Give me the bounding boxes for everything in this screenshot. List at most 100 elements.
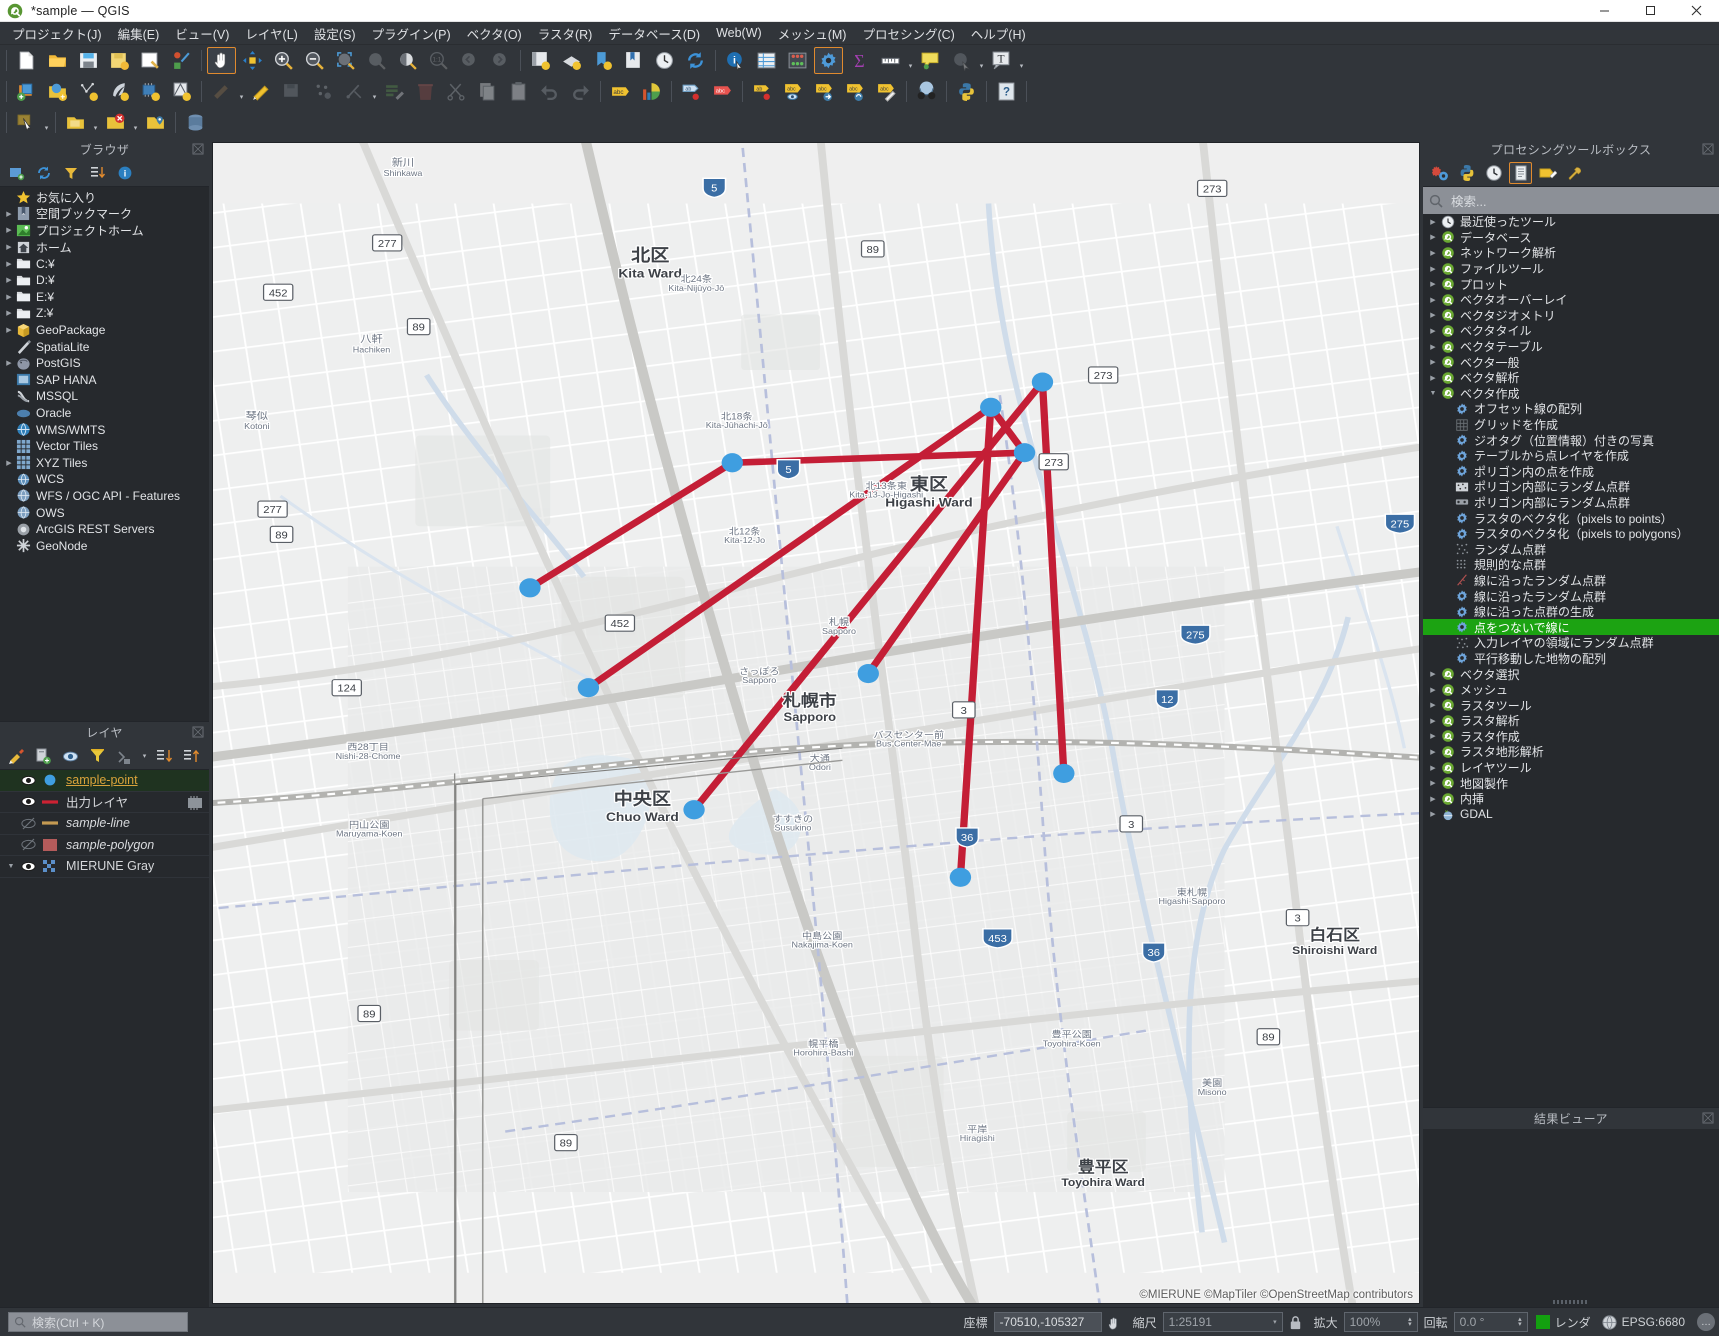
- coordinate-field[interactable]: -70510,-105327: [993, 1312, 1102, 1332]
- edit-model-icon[interactable]: [1536, 162, 1559, 184]
- paste-features-button[interactable]: [504, 78, 533, 105]
- digitize-button[interactable]: [340, 78, 369, 105]
- zoom-last-button[interactable]: [455, 47, 484, 74]
- deselect-dropdown[interactable]: ▾: [91, 109, 100, 136]
- map-canvas[interactable]: 北区 Kita Ward 東区 Higashi Ward 中央区 Chuo Ward 白石区…: [212, 142, 1420, 1304]
- change-label-button[interactable]: abc: [872, 78, 901, 105]
- layer-item-2[interactable]: sample-line: [0, 813, 209, 835]
- layer-visible-icon[interactable]: [20, 794, 37, 809]
- browser-item-6[interactable]: ▶ E:¥: [0, 289, 209, 306]
- chevron-right-icon[interactable]: ▶: [1425, 732, 1441, 740]
- browser-item-0[interactable]: お気に入り: [0, 189, 209, 206]
- save-project-button[interactable]: [74, 47, 103, 74]
- copy-features-button[interactable]: [473, 78, 502, 105]
- menu-edit[interactable]: 編集(E): [110, 21, 168, 46]
- undo-button[interactable]: [535, 78, 564, 105]
- python-console-button[interactable]: [952, 78, 981, 105]
- cut-features-button[interactable]: [442, 78, 471, 105]
- digitize-dropdown[interactable]: ▾: [370, 78, 379, 105]
- save-layer-edits-button[interactable]: [278, 78, 307, 105]
- db-manager-button[interactable]: [181, 109, 210, 136]
- chevron-right-icon[interactable]: ▶: [1425, 249, 1441, 257]
- new-project-button[interactable]: [12, 47, 41, 74]
- browser-item-8[interactable]: ▶ GeoPackage: [0, 322, 209, 339]
- processing-item-19[interactable]: ラスタのベクタ化（pixels to points）: [1423, 510, 1719, 526]
- processing-item-9[interactable]: ▶ ベクタ一般: [1423, 354, 1719, 370]
- add-group-icon[interactable]: [32, 745, 55, 767]
- browser-item-11[interactable]: SAP HANA: [0, 372, 209, 389]
- new-map-3d-button[interactable]: [588, 47, 617, 74]
- processing-item-16[interactable]: ポリゴン内の点を作成: [1423, 464, 1719, 480]
- layer-item-3[interactable]: sample-polygon: [0, 835, 209, 856]
- processing-item-25[interactable]: 線に沿った点群の生成: [1423, 604, 1719, 620]
- toggle-extents-icon[interactable]: [1106, 1314, 1123, 1331]
- show-hide-labels-button[interactable]: abc: [779, 78, 808, 105]
- add-vector-layer-button[interactable]: [43, 78, 72, 105]
- zoom-layer-button[interactable]: [393, 47, 422, 74]
- move-label-button[interactable]: ab: [748, 78, 777, 105]
- processing-item-11[interactable]: ▼ ベクタ作成: [1423, 386, 1719, 402]
- menu-mesh[interactable]: メッシュ(M): [770, 21, 855, 46]
- redo-button[interactable]: [566, 78, 595, 105]
- pan-map-button[interactable]: [207, 47, 236, 74]
- browser-item-18[interactable]: WFS / OGC API - Features: [0, 488, 209, 505]
- chevron-right-icon[interactable]: ▶: [1425, 670, 1441, 678]
- map-tips-button[interactable]: [916, 47, 945, 74]
- processing-item-28[interactable]: 平行移動した地物の配列: [1423, 651, 1719, 667]
- chevron-right-icon[interactable]: ▶: [1425, 795, 1441, 803]
- select-features-button[interactable]: [12, 109, 41, 136]
- measure-dropdown[interactable]: ▾: [906, 47, 915, 74]
- menu-database[interactable]: データベース(D): [600, 21, 708, 46]
- measure-button[interactable]: [876, 47, 905, 74]
- menu-view[interactable]: ビュー(V): [167, 21, 237, 46]
- processing-item-5[interactable]: ▶ ベクタオーバーレイ: [1423, 292, 1719, 308]
- new-mesh-layer-button[interactable]: [167, 78, 196, 105]
- chevron-right-icon[interactable]: ▶: [1425, 233, 1441, 241]
- collapse-all-icon[interactable]: [86, 162, 109, 184]
- layer-item-1[interactable]: 出力レイヤ: [0, 792, 209, 813]
- select-by-expression-button[interactable]: [101, 109, 130, 136]
- processing-item-8[interactable]: ▶ ベクタテーブル: [1423, 339, 1719, 355]
- chevron-right-icon[interactable]: ▶: [1425, 374, 1441, 382]
- browser-item-16[interactable]: ▶ XYZ Tiles: [0, 455, 209, 472]
- chevron-right-icon[interactable]: ▶: [1425, 265, 1441, 273]
- chevron-right-icon[interactable]: ▶: [2, 359, 16, 367]
- processing-item-0[interactable]: ▶ 最近使ったツール: [1423, 214, 1719, 230]
- options-icon[interactable]: [1563, 162, 1586, 184]
- processing-tree[interactable]: ▶ 最近使ったツール ▶ データベース ▶ ネットワーク解析 ▶ ファイルツール ▶ プロット ▶ ベ…: [1423, 214, 1719, 1107]
- chevron-right-icon[interactable]: ▶: [1425, 686, 1441, 694]
- modify-attributes-button[interactable]: [380, 78, 409, 105]
- browser-item-17[interactable]: WCS: [0, 471, 209, 488]
- python-script-icon[interactable]: [1455, 162, 1478, 184]
- processing-item-17[interactable]: ポリゴン内部にランダム点群: [1423, 479, 1719, 495]
- zoom-out-button[interactable]: [300, 47, 329, 74]
- scale-combo[interactable]: 1:25191 ▾: [1162, 1312, 1283, 1332]
- chevron-right-icon[interactable]: ▶: [2, 276, 16, 284]
- properties-icon[interactable]: i: [113, 162, 136, 184]
- chevron-right-icon[interactable]: ▶: [1425, 748, 1441, 756]
- chevron-right-icon[interactable]: ▶: [1425, 218, 1441, 226]
- pan-to-selection-button[interactable]: [238, 47, 267, 74]
- lock-scale-icon[interactable]: [1287, 1314, 1304, 1331]
- text-annotation-button[interactable]: T: [987, 47, 1016, 74]
- menu-raster[interactable]: ラスタ(R): [530, 21, 601, 46]
- new-map-view-button[interactable]: [526, 47, 555, 74]
- browser-item-21[interactable]: GeoNode: [0, 537, 209, 554]
- expand-all-icon[interactable]: [153, 745, 176, 767]
- help-button[interactable]: ?: [992, 78, 1021, 105]
- render-checkbox[interactable]: [1535, 1315, 1550, 1329]
- chevron-down-icon[interactable]: ▼: [1425, 390, 1441, 397]
- models-icon[interactable]: [1428, 162, 1451, 184]
- chevron-right-icon[interactable]: ▶: [1425, 280, 1441, 288]
- locator-search-input[interactable]: 検索(Ctrl + K): [8, 1312, 188, 1332]
- layer-item-0[interactable]: sample-point: [0, 770, 209, 792]
- processing-item-37[interactable]: ▶ 内挿: [1423, 791, 1719, 807]
- zoom-native-button[interactable]: 1:1: [424, 47, 453, 74]
- zoom-selection-button[interactable]: [362, 47, 391, 74]
- browser-undock-icon[interactable]: [192, 143, 204, 155]
- select-by-location-button[interactable]: [141, 109, 170, 136]
- menu-help[interactable]: ヘルプ(H): [963, 21, 1034, 46]
- menu-settings[interactable]: 設定(S): [306, 21, 364, 46]
- diagram-button[interactable]: [637, 78, 666, 105]
- processing-toolbox-button[interactable]: [814, 47, 843, 74]
